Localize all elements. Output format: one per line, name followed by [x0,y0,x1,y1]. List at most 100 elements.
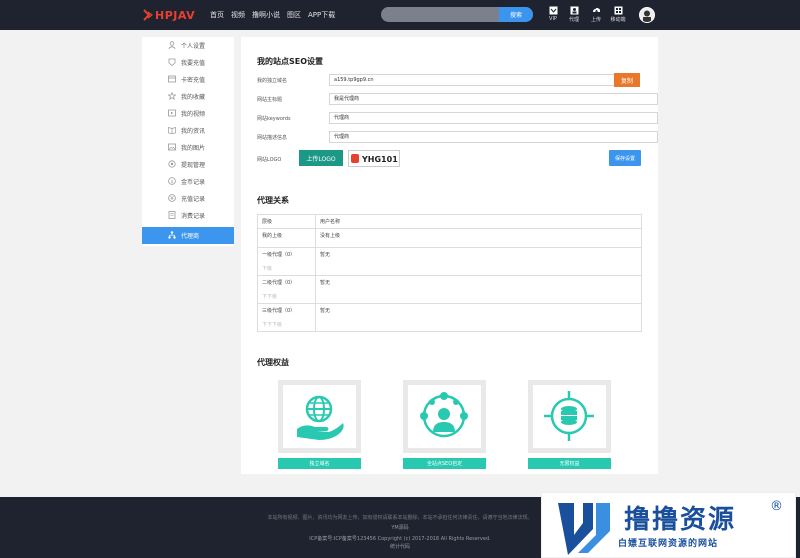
sidebar-item-label: 代理商 [181,233,200,240]
sidebar-item-agent[interactable]: 代理商 [142,227,234,244]
benefit-label: 全站点SEO自定 [403,458,486,469]
seo-section-title: 我的站点SEO设置 [257,57,324,66]
sidebar-item-news[interactable]: 我的资讯 [142,122,234,139]
sidebar-item-recharge-log[interactable]: 充值记录 [142,190,234,207]
benefit-image [403,380,486,453]
book-icon [168,127,176,134]
agent-relation-table: 层级 用户名称 我的上级 没有上级 一级代理（0） 下级 暂无 二级代理（0） 下下… [257,214,642,332]
sidebar-item-favorites[interactable]: 我的收藏 [142,88,234,105]
keywords-label: 网站keywords [257,116,291,122]
benefit-card-domain: 独立域名 [278,380,361,469]
logo-mark-icon [143,9,153,21]
sidebar-item-coin-log[interactable]: $ 金币记录 [142,173,234,190]
level-sub: 下下级 [262,294,278,300]
table-header-row: 层级 用户名称 [257,214,642,229]
avatar-face-icon [640,8,654,22]
database-target-icon [544,391,594,441]
mobile-label: 移动端 [610,17,626,23]
nav-novel[interactable]: 撸啊小说 [252,10,280,20]
main-title-field[interactable]: 我是代理商 [329,93,658,105]
logo-preview-text: YHG101 [361,155,398,164]
benefits-section-title: 代理权益 [257,358,289,367]
save-settings-button[interactable]: 保存设置 [609,150,641,166]
sidebar: 个人设置 我要充值 卡密充值 我的收藏 我的视频 我的资讯 我的图片 提现管理 … [142,37,234,246]
relation-section-title: 代理关系 [257,196,289,205]
keywords-field[interactable]: 代理商 [329,112,658,124]
sidebar-item-label: 充值记录 [181,196,206,203]
sidebar-item-spend-log[interactable]: 消费记录 [142,207,234,224]
benefit-card-unlimited: 无限权益 [528,380,611,469]
level-text: 二级代理（0） [262,280,296,286]
watermark-banner: 撸撸资源 ® 白嫖互联网资源的网站 [541,492,796,558]
level-cell: 我的上级 [257,228,316,248]
search-input[interactable] [381,7,499,22]
mobile-tool[interactable]: 移动端 [606,6,630,23]
sidebar-item-label: 我的视频 [181,111,206,118]
level-text: 三级代理（0） [262,308,296,314]
benefit-label: 无限权益 [528,458,611,469]
sidebar-item-withdraw[interactable]: 提现管理 [142,156,234,173]
card-icon [168,75,176,83]
sidebar-item-label: 我的资讯 [181,128,206,135]
benefit-card-seo: 全站点SEO自定 [403,380,486,469]
upload-icon [592,7,600,14]
site-logo[interactable]: HPJAV [143,7,195,23]
level-text: 我的上级 [262,233,283,239]
search-bar: 搜索 [381,7,533,22]
sidebar-item-label: 金币记录 [181,179,206,186]
benefit-image [278,380,361,453]
sidebar-item-label: 我的图片 [181,145,206,152]
yen-icon [168,194,176,202]
agent-label: 代理 [568,17,579,23]
level-text: 一级代理（0） [262,252,296,258]
table-row: 二级代理（0） 下下级 暂无 [257,275,642,304]
nav-video[interactable]: 视频 [231,10,245,20]
name-cell: 暂无 [315,247,642,276]
sidebar-item-label: 卡密充值 [181,77,206,84]
description-field[interactable]: 代理商 [329,131,658,143]
sidebar-item-recharge[interactable]: 我要充值 [142,54,234,71]
video-icon [168,109,176,117]
vip-label: VIP [549,16,557,22]
table-row: 三级代理（0） 下下下级 暂无 [257,303,642,332]
search-button[interactable]: 搜索 [499,7,533,22]
upload-logo-button[interactable]: 上传LOGO [299,150,343,166]
globe-hand-icon [297,395,344,440]
header-level: 层级 [257,214,316,229]
domain-field[interactable]: a159.tp9gp9.cn [329,74,630,86]
receipt-icon [168,211,176,219]
avatar[interactable] [639,7,655,23]
network-user-icon [420,392,468,438]
sidebar-item-label: 提现管理 [181,162,206,169]
logo-label: 网站LOGO [257,157,282,163]
watermark-title: 撸撸资源 [624,505,737,535]
copy-button[interactable]: 复制 [614,73,640,87]
nav-home[interactable]: 首页 [210,10,224,20]
sidebar-item-label: 个人设置 [181,43,206,50]
upload-label: 上传 [590,17,601,23]
level-sub: 下级 [262,266,273,272]
level-cell: 二级代理（0） 下下级 [257,275,316,304]
benefit-label: 独立域名 [278,458,361,469]
sidebar-item-label: 我要充值 [181,60,206,67]
level-cell: 一级代理（0） 下级 [257,247,316,276]
agent-tool[interactable]: 代理 [562,6,586,23]
sidebar-item-profile[interactable]: 个人设置 [142,37,234,54]
upload-tool[interactable]: 上传 [584,6,608,23]
sidebar-item-images[interactable]: 我的图片 [142,139,234,156]
watermark-subtitle: 白嫖互联网资源的网站 [618,539,719,549]
logo-preview: YHG101 [348,150,400,167]
sidebar-item-videos[interactable]: 我的视频 [142,105,234,122]
network-icon [168,231,176,239]
nav-gallery[interactable]: 图区 [287,10,301,20]
main-nav: 首页 视频 撸啊小说 图区 APP下载 [210,10,342,20]
watermark-logo-icon [558,503,610,555]
coin-icon: $ [168,177,176,185]
sidebar-item-card-recharge[interactable]: 卡密充值 [142,71,234,88]
level-cell: 三级代理（0） 下下下级 [257,303,316,332]
domain-label: 我的独立域名 [257,78,288,84]
level-sub: 下下下级 [262,322,283,328]
benefit-image [528,380,611,453]
nav-app-download[interactable]: APP下载 [308,10,335,20]
user-icon [168,41,176,49]
